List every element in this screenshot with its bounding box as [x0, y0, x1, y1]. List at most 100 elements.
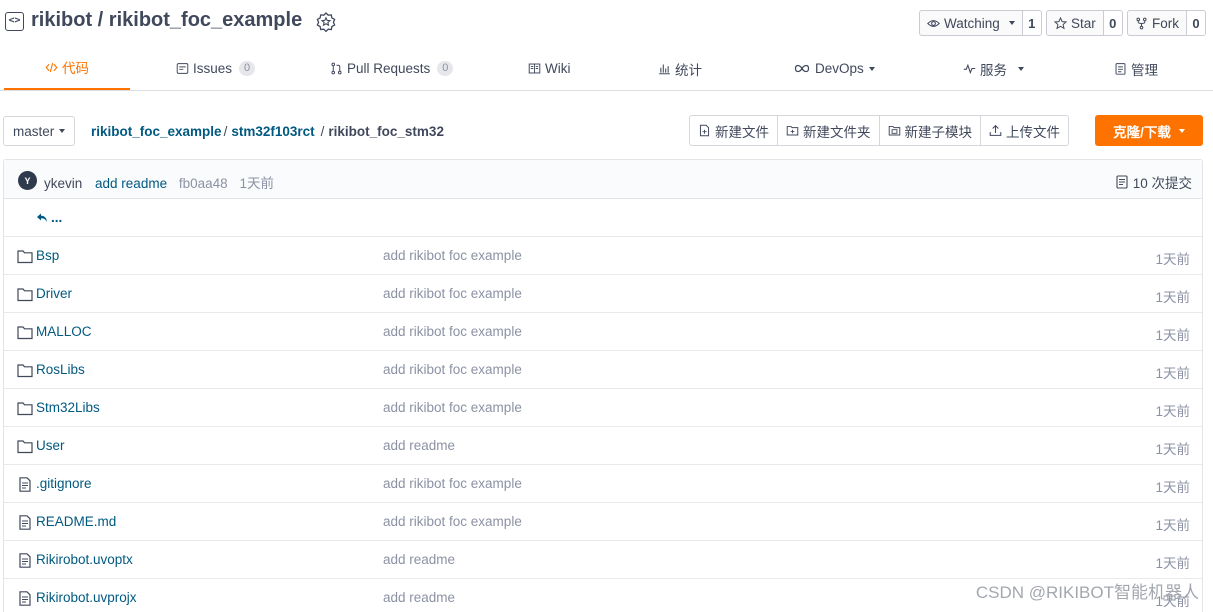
file-commit-message[interactable]: add rikibot foc example	[383, 324, 522, 339]
chevron-down-icon	[59, 129, 66, 133]
repo-nav-tabs: 代码 Issues 0 Pull Requests 0 Wiki 统计 DevO…	[0, 46, 1213, 91]
repo-name[interactable]: rikibot_foc_example	[109, 9, 302, 31]
file-commit-message[interactable]: add rikibot foc example	[383, 248, 522, 263]
watermark: CSDN @RIKIBOT智能机器人	[975, 583, 1199, 602]
file-name-link[interactable]: Rikirobot.uvprojx	[36, 590, 137, 605]
tab-devops-label: DevOps	[815, 61, 864, 76]
parent-directory-row[interactable]: ...	[4, 199, 1202, 237]
folder-icon	[17, 364, 33, 378]
clone-download-button[interactable]: 克隆/下载	[1095, 115, 1203, 146]
star-button[interactable]: Star	[1047, 11, 1104, 35]
folder-icon	[17, 250, 33, 264]
file-actions-group: 新建文件 新建文件夹 新建子模块 上传文件	[689, 115, 1069, 146]
star-count[interactable]: 0	[1103, 11, 1122, 35]
bar-chart-icon	[659, 64, 670, 75]
tab-statistics-label: 统计	[675, 62, 702, 78]
new-submodule-label: 新建子模块	[904, 124, 973, 140]
branch-label: master	[13, 123, 55, 139]
upload-icon	[989, 124, 1002, 136]
new-submodule-button[interactable]: 新建子模块	[880, 116, 981, 145]
fork-label: Fork	[1152, 15, 1179, 31]
upload-file-label: 上传文件	[1006, 124, 1060, 140]
file-icon	[19, 553, 31, 568]
table-row[interactable]: Bsp add rikibot foc example 1天前	[4, 237, 1202, 275]
file-name-link[interactable]: .gitignore	[36, 476, 92, 491]
table-row[interactable]: User add readme 1天前	[4, 427, 1202, 465]
file-name-link[interactable]: User	[36, 438, 65, 453]
table-row[interactable]: README.md add rikibot foc example 1天前	[4, 503, 1202, 541]
file-commit-message[interactable]: add rikibot foc example	[383, 476, 522, 491]
table-row[interactable]: MALLOC add rikibot foc example 1天前	[4, 313, 1202, 351]
file-list: Bsp add rikibot foc example 1天前 Driver add r…	[4, 237, 1202, 612]
file-name-link[interactable]: Bsp	[36, 248, 59, 263]
new-file-label: 新建文件	[715, 124, 769, 140]
file-icon	[19, 477, 31, 492]
reply-arrow-icon	[37, 213, 47, 222]
table-row[interactable]: Rikirobot.uvoptx add readme 1天前	[4, 541, 1202, 579]
file-name-link[interactable]: Stm32Libs	[36, 400, 100, 415]
watching-button[interactable]: Watching	[920, 11, 1023, 35]
commit-list-icon	[1116, 175, 1128, 189]
commit-author[interactable]: ykevin	[44, 176, 82, 191]
fork-icon	[1136, 17, 1147, 29]
folder-icon	[17, 326, 33, 340]
tab-services[interactable]: 服务	[963, 46, 1024, 91]
tab-pull-requests[interactable]: Pull Requests 0	[330, 46, 454, 91]
repo-owner[interactable]: rikibot	[31, 9, 92, 31]
chevron-down-icon	[1008, 21, 1015, 25]
table-row[interactable]: .gitignore add rikibot foc example 1天前	[4, 465, 1202, 503]
file-commit-message[interactable]: add rikibot foc example	[383, 362, 522, 377]
file-name-link[interactable]: RosLibs	[36, 362, 85, 377]
parent-directory-link[interactable]: ...	[36, 210, 62, 225]
tab-issues-label: Issues	[193, 61, 233, 76]
commit-count-link[interactable]: 10 次提交	[1116, 172, 1192, 192]
file-name-link[interactable]: MALLOC	[36, 324, 92, 339]
tab-issues[interactable]: Issues 0	[176, 46, 256, 91]
breadcrumb: rikibot_foc_example / stm32f103rct / rikibot…	[91, 124, 444, 139]
file-commit-message[interactable]: add rikibot foc example	[383, 400, 522, 415]
table-row[interactable]: RosLibs add rikibot foc example 1天前	[4, 351, 1202, 389]
watching-count[interactable]: 1	[1022, 11, 1041, 35]
tab-code-label: 代码	[62, 61, 89, 76]
file-name-link[interactable]: Rikirobot.uvoptx	[36, 552, 133, 567]
file-commit-time: 1天前	[1155, 556, 1190, 571]
file-commit-time: 1天前	[1155, 366, 1190, 381]
file-commit-message[interactable]: add readme	[383, 590, 455, 605]
file-commit-message[interactable]: add readme	[383, 438, 455, 453]
file-commit-time: 1天前	[1155, 252, 1190, 267]
tab-devops[interactable]: DevOps	[793, 46, 875, 91]
breadcrumb-repo-link[interactable]: rikibot_foc_example	[91, 124, 222, 139]
branch-selector[interactable]: master	[3, 116, 75, 146]
new-file-button[interactable]: 新建文件	[690, 116, 778, 145]
avatar[interactable]: Y	[18, 171, 37, 190]
fork-group: Fork 0	[1127, 10, 1206, 36]
tab-code[interactable]: 代码	[4, 46, 130, 90]
tab-wiki[interactable]: Wiki	[528, 46, 571, 91]
submodule-icon	[888, 125, 900, 136]
tab-manage[interactable]: 管理	[1114, 46, 1158, 91]
repo-title[interactable]: rikibot / rikibot_foc_example	[31, 9, 302, 32]
commit-message[interactable]: add readme	[95, 176, 167, 191]
file-commit-message[interactable]: add readme	[383, 552, 455, 567]
book-icon	[528, 63, 541, 74]
file-commit-time: 1天前	[1155, 442, 1190, 457]
fork-button[interactable]: Fork	[1128, 11, 1187, 35]
pulse-icon	[963, 63, 976, 75]
file-name-link[interactable]: Driver	[36, 286, 72, 301]
star-icon	[1054, 16, 1067, 29]
table-row[interactable]: Stm32Libs add rikibot foc example 1天前	[4, 389, 1202, 427]
file-name-link[interactable]: README.md	[36, 514, 116, 529]
file-commit-message[interactable]: add rikibot foc example	[383, 286, 522, 301]
file-commit-message[interactable]: add rikibot foc example	[383, 514, 522, 529]
commit-info: ykevin add readme fb0aa48 1天前	[44, 172, 274, 192]
upload-file-button[interactable]: 上传文件	[981, 116, 1068, 145]
tab-statistics[interactable]: 统计	[658, 46, 702, 91]
fork-count[interactable]: 0	[1187, 11, 1205, 35]
repo-header: <> rikibot / rikibot_foc_example Watchin…	[0, 0, 1213, 46]
new-folder-button[interactable]: 新建文件夹	[778, 116, 880, 145]
folder-icon	[17, 402, 33, 416]
commit-sha[interactable]: fb0aa48	[179, 176, 228, 191]
breadcrumb-current: rikibot_foc_stm32	[328, 124, 444, 139]
breadcrumb-folder-link[interactable]: stm32f103rct	[231, 124, 314, 139]
table-row[interactable]: Driver add rikibot foc example 1天前	[4, 275, 1202, 313]
